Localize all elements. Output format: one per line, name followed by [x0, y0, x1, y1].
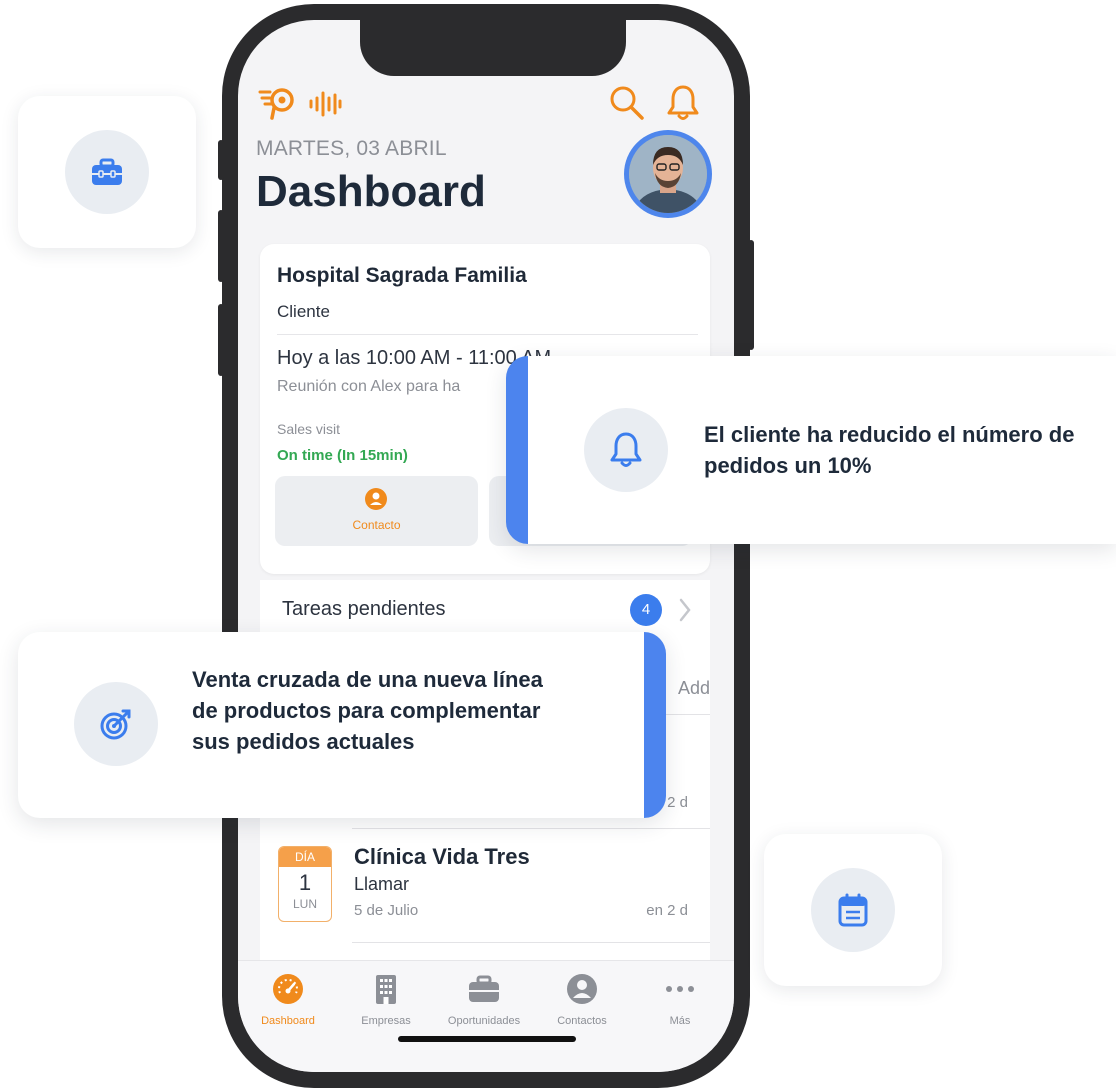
alert-message: El cliente ha reducido el número de pedi…: [704, 422, 1075, 478]
avatar[interactable]: [624, 130, 712, 218]
calendar-date-badge: DÍA 1 LUN: [278, 846, 332, 922]
event-relative-date: en 2 d: [646, 902, 688, 919]
calendar-header: DÍA: [279, 847, 331, 867]
contact-button[interactable]: Contacto: [275, 476, 478, 546]
add-link[interactable]: Add: [678, 678, 710, 699]
avatar-photo: [629, 135, 707, 213]
gauge-icon: [273, 974, 303, 1004]
tab-dashboard[interactable]: Dashboard: [238, 971, 338, 1027]
list-item-relative-date: 2 d: [667, 794, 688, 811]
current-date: MARTES, 03 ABRIL: [256, 137, 447, 160]
event-action: Llamar: [354, 874, 410, 894]
person-icon: [365, 488, 387, 510]
status-badge: On time (In 15min): [277, 447, 408, 464]
event-date: 5 de Julio: [354, 902, 419, 919]
building-icon: [376, 975, 396, 1004]
search-icon[interactable]: [608, 84, 646, 122]
calendar-tile: [764, 834, 942, 986]
opportunity-message: Venta cruzada de una nueva línea de prod…: [192, 667, 543, 754]
more-dots-icon: [666, 986, 694, 992]
tab-mas[interactable]: Más: [630, 971, 730, 1027]
tab-label: Más: [669, 1015, 691, 1027]
briefcase-icon: [92, 158, 122, 185]
tab-label: Oportunidades: [447, 1015, 521, 1027]
calendar-weekday: LUN: [292, 897, 317, 911]
contact-button-label: Contacto: [352, 518, 401, 532]
divider: [277, 334, 698, 335]
top-bar: [258, 84, 714, 124]
voice-wave-icon[interactable]: [308, 90, 342, 118]
person-icon: [567, 974, 597, 1004]
bell-icon-circle: [584, 408, 668, 492]
notch: [360, 20, 626, 76]
calendar-icon: [838, 893, 868, 927]
briefcase-tile: [18, 96, 196, 248]
page-title: Dashboard: [256, 167, 486, 216]
tab-empresas[interactable]: Empresas: [336, 971, 436, 1027]
divider: [352, 828, 710, 829]
target-icon-circle: [74, 682, 158, 766]
phone-screen: MARTES, 03 ABRIL Dashboard Hospital Sagr…: [238, 20, 734, 1072]
bell-icon: [610, 432, 642, 467]
logo-icon[interactable]: [258, 86, 298, 120]
opportunity-card[interactable]: Venta cruzada de una nueva línea de prod…: [18, 632, 666, 818]
event-company: Clínica Vida Tres: [354, 844, 530, 869]
home-indicator[interactable]: [398, 1036, 576, 1042]
tab-label: Contactos: [557, 1015, 607, 1027]
appointment-client-type: Cliente: [277, 302, 330, 321]
alert-notification-card[interactable]: El cliente ha reducido el número de pedi…: [506, 356, 1116, 544]
pending-tasks-label: Tareas pendientes: [282, 598, 446, 620]
tab-label: Dashboard: [261, 1015, 315, 1027]
tab-contactos[interactable]: Contactos: [532, 971, 632, 1027]
target-icon: [100, 709, 131, 740]
visit-type: Sales visit: [277, 421, 341, 437]
briefcase-icon: [469, 975, 499, 1002]
briefcase-icon-circle: [65, 130, 149, 214]
tab-label: Empresas: [361, 1015, 411, 1027]
pending-tasks-count: 4: [630, 594, 662, 626]
divider: [352, 942, 710, 943]
bell-icon[interactable]: [666, 84, 700, 122]
calendar-day-number: 1: [298, 870, 312, 895]
pending-tasks-row[interactable]: Tareas pendientes 4: [260, 580, 710, 640]
tab-bar: Dashboard Empresas Oportunidades Contact…: [238, 960, 734, 1072]
appointment-description: Reunión con Alex para ha: [277, 378, 461, 395]
tab-oportunidades[interactable]: Oportunidades: [434, 971, 534, 1027]
appointment-company: Hospital Sagrada Familia: [277, 264, 527, 287]
calendar-icon-circle: [811, 868, 895, 952]
phone-mockup: MARTES, 03 ABRIL Dashboard Hospital Sagr…: [218, 4, 754, 1088]
chevron-right-icon: [679, 598, 691, 622]
